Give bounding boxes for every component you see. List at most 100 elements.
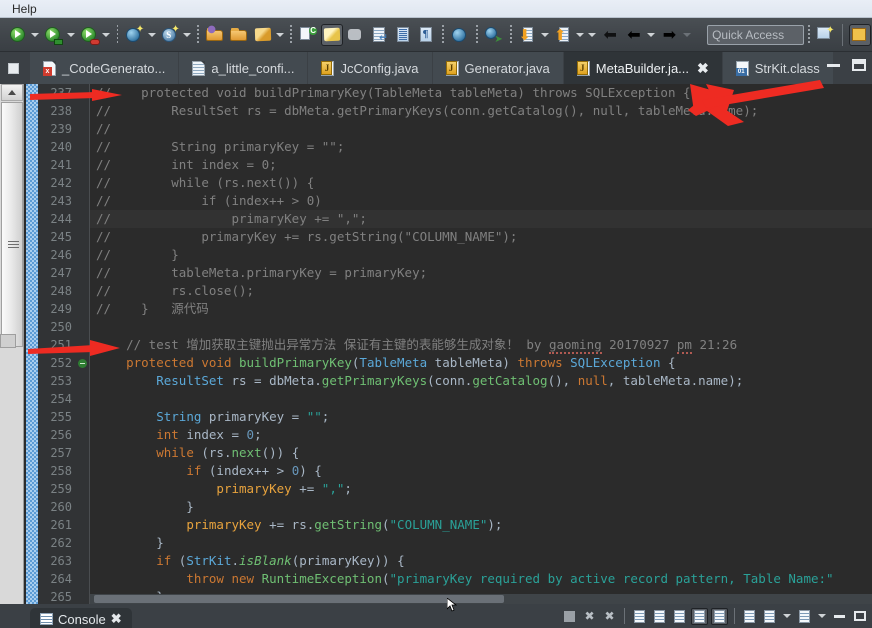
display-selected-console-icon[interactable] [711, 607, 728, 625]
code-line[interactable]: throw new RuntimeException("primaryKey r… [90, 570, 872, 588]
fold-collapse-icon[interactable] [76, 354, 89, 372]
pencil-dropdown-icon[interactable] [274, 25, 285, 45]
fold-slot [76, 210, 89, 228]
tab-console[interactable]: Console ✖ [30, 608, 132, 628]
code-token: // test 增加获取主键抛出异常方法 保证有主键的表能够生成对象！ by [96, 337, 549, 352]
scroll-up-icon[interactable] [1, 84, 23, 101]
code-line[interactable] [90, 390, 872, 408]
horizontal-scrollbar[interactable] [90, 594, 872, 604]
menu-item-help[interactable]: Help [8, 1, 41, 17]
tab-jcconfig-java[interactable]: J JcConfig.java [308, 52, 433, 84]
highlight-icon[interactable] [320, 23, 343, 46]
code-line[interactable]: // ResultSet rs = dbMeta.getPrimaryKeys(… [90, 102, 872, 120]
upload-dropdown-icon[interactable] [575, 25, 586, 45]
scroll-lock-icon[interactable] [651, 608, 668, 625]
tab-a-little-confi[interactable]: a_little_confi... [179, 52, 309, 84]
code-line[interactable]: // while (rs.next()) { [90, 174, 872, 192]
next-annotation-icon[interactable]: ↵ [368, 24, 390, 46]
new-wizard-dropdown-icon[interactable] [146, 25, 157, 45]
save-down-dropdown-icon[interactable] [539, 25, 550, 45]
whitespace-icon[interactable]: ¶ [416, 24, 438, 46]
tab-close-icon[interactable]: ✖ [697, 61, 709, 75]
code-line[interactable]: // if (index++ > 0) [90, 192, 872, 210]
run-icon[interactable] [7, 24, 29, 46]
save-down-icon[interactable]: ⬇ [517, 24, 539, 46]
code-line[interactable]: // primaryKey += rs.getString("COLUMN_NA… [90, 228, 872, 246]
code-line[interactable]: // } [90, 246, 872, 264]
tab-generator-java[interactable]: J Generator.java [432, 52, 564, 84]
new-wizard-icon[interactable]: ✦ [123, 24, 145, 46]
code-line[interactable]: // String primaryKey = ""; [90, 138, 872, 156]
code-line[interactable]: ResultSet rs = dbMeta.getPrimaryKeys(con… [90, 372, 872, 390]
upload-icon[interactable]: ⬆ [552, 24, 574, 46]
code-line[interactable]: } [90, 534, 872, 552]
remove-launch-icon[interactable]: ✖ [581, 608, 598, 625]
code-line[interactable]: // tableMeta.primaryKey = primaryKey; [90, 264, 872, 282]
tab-strkit-class[interactable]: 01 StrKit.class [722, 52, 834, 84]
scrollbar-thumb[interactable] [1, 102, 23, 347]
quick-access-input[interactable]: Quick Access [707, 24, 804, 45]
browser-icon[interactable] [449, 24, 471, 46]
code-line[interactable] [90, 318, 872, 336]
search-icon[interactable]: ➤ [483, 24, 505, 46]
code-line[interactable]: if (index++ > 0) { [90, 462, 872, 480]
code-line[interactable]: String primaryKey = ""; [90, 408, 872, 426]
code-line[interactable]: // rs.close(); [90, 282, 872, 300]
back-history-icon[interactable]: ⬅ [599, 24, 621, 46]
code-line[interactable]: primaryKey += ","; [90, 480, 872, 498]
code-line[interactable]: // int index = 0; [90, 156, 872, 174]
run-dropdown-icon[interactable] [30, 25, 41, 45]
code-line[interactable]: } [90, 498, 872, 516]
java-perspective-icon[interactable] [849, 23, 871, 46]
debug-icon[interactable] [43, 24, 65, 46]
back-dropdown-icon[interactable] [646, 25, 657, 45]
pin-console-icon[interactable] [691, 607, 708, 625]
back-icon[interactable]: ⬅ [623, 24, 645, 46]
perspective-icon[interactable]: ✦ [815, 24, 837, 46]
open-resource-icon[interactable] [228, 24, 250, 46]
console-maximize-icon[interactable] [851, 608, 868, 625]
skip-breakpoints-icon[interactable] [345, 24, 367, 46]
code-line[interactable]: if (StrKit.isBlank(primaryKey)) { [90, 552, 872, 570]
spring-icon[interactable]: S ✦ [159, 24, 181, 46]
console-close-icon[interactable]: ✖ [111, 611, 122, 627]
code-line[interactable]: protected void buildPrimaryKey(TableMeta… [90, 354, 872, 372]
clear-console-icon[interactable] [631, 608, 648, 625]
tab-metabuilder-java[interactable]: J MetaBuilder.ja... ✖ [563, 52, 723, 84]
code-line[interactable]: // primaryKey += ","; [90, 210, 872, 228]
code-line[interactable]: // } 源代码 [90, 300, 872, 318]
console-minimize-icon[interactable] [831, 608, 848, 625]
terminate-icon[interactable] [561, 608, 578, 625]
spring-dropdown-icon[interactable] [182, 25, 193, 45]
debug-dropdown-icon[interactable] [65, 25, 76, 45]
word-wrap-icon[interactable] [671, 608, 688, 625]
open-console-icon[interactable] [741, 608, 758, 625]
code-line[interactable]: while (rs.next()) { [90, 444, 872, 462]
folding-gutter[interactable] [76, 84, 90, 604]
code-line[interactable]: // test 增加获取主键抛出异常方法 保证有主键的表能够生成对象！ by g… [90, 336, 872, 354]
pencil-icon[interactable] [252, 24, 274, 46]
console-options-dropdown-icon[interactable] [816, 606, 827, 626]
source-code-view[interactable]: // protected void buildPrimaryKey(TableM… [90, 84, 872, 604]
code-line[interactable]: // [90, 120, 872, 138]
console-options-icon[interactable] [796, 608, 813, 625]
toggle-block-icon[interactable] [392, 24, 414, 46]
tab-code-generator[interactable]: x _CodeGenerato... [30, 52, 180, 84]
console-menu-icon[interactable] [781, 606, 792, 626]
remove-all-icon[interactable]: ✖ [601, 608, 618, 625]
hscrollbar-thumb[interactable] [94, 595, 504, 603]
code-line[interactable]: int index = 0; [90, 426, 872, 444]
minimize-icon[interactable] [827, 63, 840, 67]
coverage-dropdown-icon[interactable] [101, 25, 112, 45]
code-line[interactable]: primaryKey += rs.getString("COLUMN_NAME"… [90, 516, 872, 534]
forward-dropdown-icon[interactable] [681, 25, 692, 45]
forward-icon[interactable]: ➡ [659, 24, 681, 46]
new-java-class-icon[interactable]: C [297, 24, 319, 46]
history-dropdown-icon[interactable] [587, 25, 598, 45]
editor-minimize-icon[interactable] [2, 57, 24, 79]
code-line[interactable]: // protected void buildPrimaryKey(TableM… [90, 84, 872, 102]
open-type-icon[interactable]: ● [204, 24, 226, 46]
coverage-icon[interactable] [78, 24, 100, 46]
maximize-icon[interactable] [852, 59, 866, 71]
new-console-view-icon[interactable] [761, 608, 778, 625]
